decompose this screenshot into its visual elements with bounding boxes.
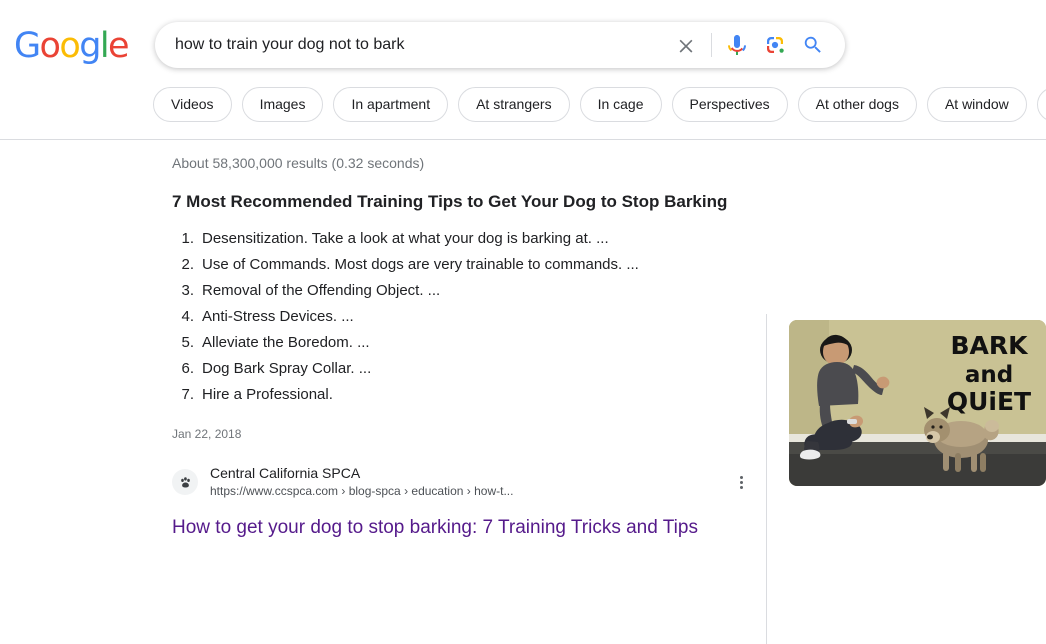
logo-letter-g2: g	[79, 26, 101, 66]
chip-videos[interactable]: Videos	[153, 87, 232, 122]
logo-letter-g1: G	[14, 26, 41, 66]
chip-perspectives[interactable]: Perspectives	[671, 87, 788, 122]
list-item: Use of Commands. Most dogs are very trai…	[174, 252, 639, 278]
chip-at-other-dogs[interactable]: At other dogs	[797, 87, 917, 122]
logo-letter-l: l	[99, 26, 110, 66]
chip-in-apartment[interactable]: In apartment	[333, 87, 449, 122]
source-attribution[interactable]: Central California SPCA https://www.ccsp…	[172, 464, 752, 500]
list-item: Dog Bark Spray Collar. ...	[174, 356, 372, 382]
source-name: Central California SPCA	[210, 465, 361, 481]
more-options-icon[interactable]	[730, 471, 752, 493]
search-input[interactable]	[175, 36, 674, 54]
vertical-divider	[766, 314, 767, 644]
result-title-link[interactable]: How to get your dog to stop barking: 7 T…	[172, 515, 772, 541]
logo-letter-o2: o	[59, 26, 80, 66]
snippet-list: Desensitization. Take a look at what you…	[172, 226, 752, 408]
close-icon[interactable]	[674, 33, 698, 57]
search-header: Google how to train your dog not to bark…	[0, 0, 1046, 140]
microphone-icon[interactable]	[725, 33, 749, 57]
kebab-dot	[739, 485, 743, 489]
svg-text:QUiET: QUiET	[947, 387, 1031, 416]
chip-reddit[interactable]: Reddit	[1036, 87, 1046, 122]
paw-print-icon	[172, 469, 198, 495]
list-item: Desensitization. Take a look at what you…	[174, 226, 609, 252]
source-url: https://www.ccspca.com › blog-spca › edu…	[210, 484, 514, 498]
snippet-date: Jan 22, 2018	[172, 427, 242, 441]
list-item: Alleviate the Boredom. ...	[174, 330, 370, 356]
google-lens-icon[interactable]	[763, 33, 787, 57]
chip-at-strangers[interactable]: At strangers	[458, 87, 570, 122]
kebab-dot	[739, 475, 743, 479]
search-icon[interactable]	[801, 33, 825, 57]
list-item: Removal of the Offending Object. ...	[174, 278, 441, 304]
svg-text:BARK: BARK	[950, 331, 1029, 360]
search-divider	[711, 33, 712, 57]
featured-snippet: 7 Most Recommended Training Tips to Get …	[172, 172, 752, 541]
svg-text:and: and	[965, 362, 1013, 388]
logo-letter-o1: o	[39, 26, 61, 66]
snippet-thumbnail[interactable]: BARK and QUiET	[789, 320, 1046, 486]
search-results: About 58,300,000 results (0.32 seconds) …	[0, 140, 1046, 644]
search-bar	[155, 22, 845, 68]
chip-at-window[interactable]: At window	[926, 87, 1027, 122]
chip-in-cage[interactable]: In cage	[579, 87, 662, 122]
list-item: Anti-Stress Devices. ...	[174, 304, 354, 330]
filter-chips: Videos Images In apartment At strangers …	[153, 87, 1046, 122]
list-item: Hire a Professional.	[174, 382, 333, 408]
kebab-dot	[739, 480, 743, 484]
source-text: Central California SPCA https://www.ccsp…	[210, 464, 722, 500]
snippet-heading: 7 Most Recommended Training Tips to Get …	[172, 192, 728, 211]
logo-letter-e: e	[107, 26, 130, 66]
chip-images[interactable]: Images	[241, 87, 324, 122]
result-stats: About 58,300,000 results (0.32 seconds)	[172, 155, 425, 171]
google-logo[interactable]: Google	[14, 26, 130, 66]
